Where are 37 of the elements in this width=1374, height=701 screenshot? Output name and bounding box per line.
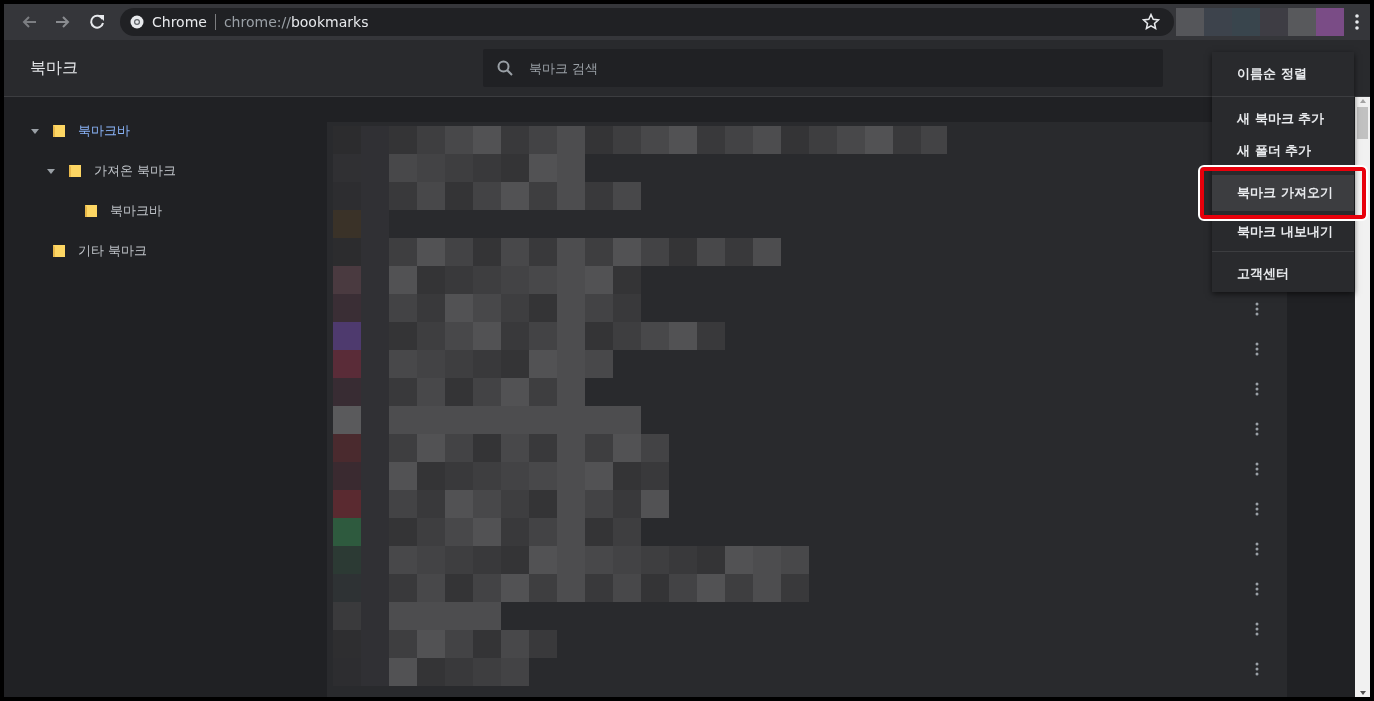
site-label: Chrome xyxy=(152,14,207,30)
page-title: 북마크 xyxy=(30,57,79,79)
folder-icon xyxy=(68,163,82,179)
scrollbar-thumb[interactable] xyxy=(1357,107,1368,139)
more-icon xyxy=(1255,502,1259,516)
more-icon xyxy=(1255,382,1259,396)
menu-item[interactable]: 이름순 정렬 xyxy=(1212,58,1354,90)
more-icon xyxy=(1255,342,1259,356)
folder-icon xyxy=(52,243,66,259)
more-icon xyxy=(1255,622,1259,636)
more-icon xyxy=(1255,542,1259,556)
menu-item[interactable]: 새 폴더 추가 xyxy=(1212,135,1354,167)
more-icon xyxy=(1255,662,1259,676)
folder-tree-item[interactable]: 기타 북마크 xyxy=(4,231,327,271)
folder-icon xyxy=(84,203,98,219)
more-icon xyxy=(1355,14,1359,30)
url-text: chrome://bookmarks xyxy=(223,14,370,30)
folder-tree-item[interactable]: 가져온 북마크 xyxy=(4,151,327,191)
address-bar[interactable]: Chrome chrome://bookmarks xyxy=(120,8,1174,36)
folder-tree-item[interactable]: 북마크바 xyxy=(4,111,327,151)
folder-icon xyxy=(52,123,66,139)
star-icon xyxy=(1142,13,1160,31)
menu-item[interactable]: 새 북마크 추가 xyxy=(1212,103,1354,135)
reload-icon xyxy=(88,13,106,31)
more-icon xyxy=(1255,582,1259,596)
folder-tree-item[interactable]: 북마크바 xyxy=(4,191,327,231)
scrollbar[interactable] xyxy=(1355,97,1370,697)
search-field[interactable]: 북마크 검색 xyxy=(483,49,1163,87)
menu-item[interactable]: 북마크 내보내기 xyxy=(1212,219,1354,245)
scroll-down-icon xyxy=(1358,689,1367,697)
more-icon xyxy=(1255,462,1259,476)
chrome-logo-icon xyxy=(130,15,144,29)
more-icon xyxy=(1255,302,1259,316)
menu-item[interactable]: 고객센터 xyxy=(1212,258,1354,290)
menu-item[interactable]: 북마크 가져오기 xyxy=(1212,175,1354,211)
more-icon xyxy=(1255,422,1259,436)
search-icon xyxy=(497,60,513,76)
